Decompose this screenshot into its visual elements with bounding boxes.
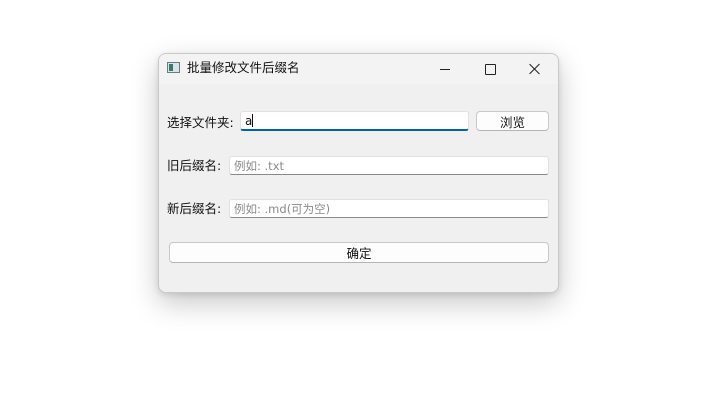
old-suffix-label: 旧后缀名: <box>167 158 222 173</box>
app-window-icon <box>167 62 180 73</box>
close-icon <box>529 63 541 75</box>
title-bar[interactable]: 批量修改文件后缀名 <box>159 54 558 84</box>
confirm-button[interactable]: 确定 <box>169 242 549 263</box>
old-suffix-placeholder: 例如: .txt <box>234 159 285 173</box>
close-button[interactable] <box>513 54 557 84</box>
new-suffix-label: 新后缀名: <box>167 201 222 216</box>
main-window: 批量修改文件后缀名 选择文件夹: a 浏览 旧后缀名: 例如: .txt 新后缀… <box>158 53 559 293</box>
window-title: 批量修改文件后缀名 <box>187 60 300 75</box>
text-caret <box>252 114 254 127</box>
new-suffix-input[interactable]: 例如: .md(可为空) <box>229 199 549 218</box>
minimize-icon <box>440 68 450 70</box>
folder-label: 选择文件夹: <box>167 115 234 130</box>
maximize-icon <box>484 63 496 75</box>
old-suffix-input[interactable]: 例如: .txt <box>229 156 549 175</box>
folder-path-value: a <box>245 114 253 128</box>
folder-path-input[interactable]: a <box>240 111 469 131</box>
browse-button[interactable]: 浏览 <box>476 111 549 131</box>
new-suffix-placeholder: 例如: .md(可为空) <box>234 202 331 216</box>
maximize-button[interactable] <box>468 54 512 84</box>
minimize-button[interactable] <box>423 54 467 84</box>
